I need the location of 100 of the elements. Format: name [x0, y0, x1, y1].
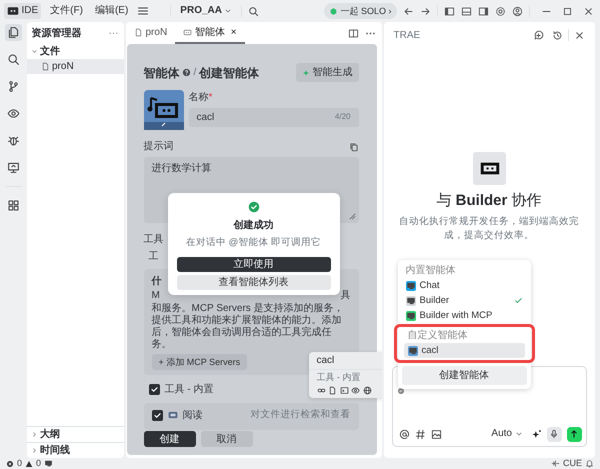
create-button[interactable]: 创建: [144, 431, 196, 447]
field-label: 提示词: [144, 140, 174, 153]
create-agent-button[interactable]: 创建智能体: [402, 366, 526, 385]
tool-label: 阅读: [182, 408, 202, 422]
model-dropdown[interactable]: Auto: [488, 426, 526, 442]
error-count[interactable]: 0: [17, 456, 22, 469]
robot-icon: [183, 28, 192, 36]
agent-list-button[interactable]: 查看智能体列表: [176, 274, 330, 290]
error-icon[interactable]: [6, 460, 14, 468]
left-panel-icon[interactable]: [444, 6, 454, 16]
warning-count[interactable]: 0: [36, 456, 42, 469]
hash-icon[interactable]: [414, 428, 426, 440]
file-icon: [328, 386, 337, 394]
notification-icon[interactable]: [585, 459, 594, 468]
card-text: M: [152, 289, 160, 302]
sparkle-icon: [302, 68, 310, 76]
link-icon: [316, 386, 326, 394]
menu-item[interactable]: cacl: [404, 343, 524, 358]
mic-icon: [549, 429, 559, 439]
cancel-button[interactable]: 取消: [200, 431, 252, 447]
panel-title: TRAE: [394, 28, 420, 42]
new-chat-icon[interactable]: [532, 30, 544, 40]
close-icon[interactable]: [574, 30, 584, 40]
agent-icon: [472, 152, 506, 185]
menu-icon[interactable]: [137, 5, 150, 17]
menu-heading: 自定义智能体: [408, 330, 468, 341]
sparkle-icon[interactable]: [530, 428, 542, 440]
copy-icon[interactable]: [348, 142, 358, 152]
project-dropdown[interactable]: PRO_AA: [177, 3, 236, 19]
bottom-panel-icon[interactable]: [460, 6, 472, 16]
split-editor-icon[interactable]: [348, 28, 358, 38]
tree-item[interactable]: 文件: [26, 44, 124, 59]
checkbox[interactable]: [152, 410, 162, 420]
send-button[interactable]: [566, 426, 582, 442]
terminal-icon: [340, 386, 348, 394]
arrow-up-icon: [569, 429, 579, 439]
card-title: 什: [152, 276, 162, 287]
use-now-button[interactable]: 立即使用: [176, 257, 330, 272]
settings-icon[interactable]: [494, 6, 506, 16]
hero-title: 与 Builder 协作: [436, 191, 542, 211]
logo-icon: [7, 5, 19, 17]
ide-button[interactable]: IDE: [4, 3, 42, 19]
chevron-down-icon: [224, 7, 232, 15]
add-mcp-button[interactable]: + 添加 MCP Servers: [152, 354, 248, 370]
breadcrumb-separator: /: [194, 66, 196, 80]
menu-item[interactable]: 编辑(E): [92, 3, 132, 19]
section-header[interactable]: 时间线: [26, 442, 124, 458]
cube-icon: [328, 6, 338, 16]
forward-icon[interactable]: [420, 6, 430, 16]
close-icon[interactable]: [582, 6, 594, 16]
menu-item[interactable]: Builder with MCP: [402, 308, 526, 323]
menu-item[interactable]: Chat: [402, 278, 526, 293]
dialog-message: 在对话中 @智能体 即可调用它: [186, 236, 321, 250]
more-button[interactable]: ···: [108, 26, 118, 40]
chevron-icon: [30, 447, 38, 454]
tool-label: 工具 - 内置: [164, 382, 214, 397]
tree-item[interactable]: proN: [26, 59, 124, 74]
menu-item[interactable]: Builder: [402, 293, 526, 308]
voice-button[interactable]: [546, 426, 562, 442]
breadcrumb-link[interactable]: 智能体: [144, 64, 180, 82]
chevron-down-icon: [514, 430, 522, 438]
menu-item[interactable]: 文件(F): [47, 3, 86, 19]
help-icon[interactable]: [182, 68, 191, 77]
menu-heading: 内置智能体: [406, 265, 456, 276]
chevron-icon: [30, 48, 38, 55]
tooltip-subtitle: 工具 - 内置: [316, 372, 362, 383]
file-icon: [134, 28, 142, 36]
card-text: 和服务。MCP Servers 是支持添加的服务，提供工具和功能来扩展智能体的能力。添加后，智能体会自动调用合适的工具完成任务。: [152, 303, 345, 351]
file-icon: [40, 62, 50, 71]
solo-button[interactable]: 一起 SOLO ›: [324, 3, 396, 19]
tooltip-title: cacl: [316, 355, 334, 366]
editor-tab[interactable]: proN: [126, 22, 176, 44]
section-header[interactable]: 大纲: [26, 426, 124, 442]
section-title: 工具: [144, 233, 164, 246]
eye-icon: [351, 386, 360, 394]
field-label: 名称*: [188, 91, 214, 105]
card-text: 具: [340, 289, 350, 303]
avatar-icon[interactable]: [144, 90, 184, 130]
right-panel-icon[interactable]: [478, 6, 488, 16]
back-icon[interactable]: [402, 6, 414, 16]
hero-description: 自动化执行常规开发任务，端到端高效完成，提高交付效率。: [398, 215, 580, 244]
image-icon[interactable]: [430, 428, 442, 440]
search-icon[interactable]: [248, 6, 260, 16]
history-icon[interactable]: [552, 30, 562, 40]
close-tab-button[interactable]: ×: [230, 24, 237, 40]
resize-icon[interactable]: [348, 212, 356, 220]
tool-icon: [168, 410, 178, 420]
panel-title: 资源管理器: [32, 26, 82, 40]
name-field[interactable]: cacl 4/20: [188, 108, 358, 126]
maximize-icon[interactable]: [562, 6, 572, 16]
section-tab[interactable]: 工: [148, 250, 158, 263]
checkbox[interactable]: [148, 384, 160, 395]
page-title: 创建智能体: [198, 64, 259, 82]
tool-description: 对文件进行检索和查看: [250, 408, 350, 422]
chevron-icon: [30, 431, 38, 438]
chat-icon[interactable]: [44, 459, 54, 468]
cue-label[interactable]: CUE: [562, 456, 582, 469]
account-icon[interactable]: [512, 6, 522, 16]
success-icon: [248, 201, 260, 213]
generate-button[interactable]: 智能生成: [296, 63, 358, 82]
